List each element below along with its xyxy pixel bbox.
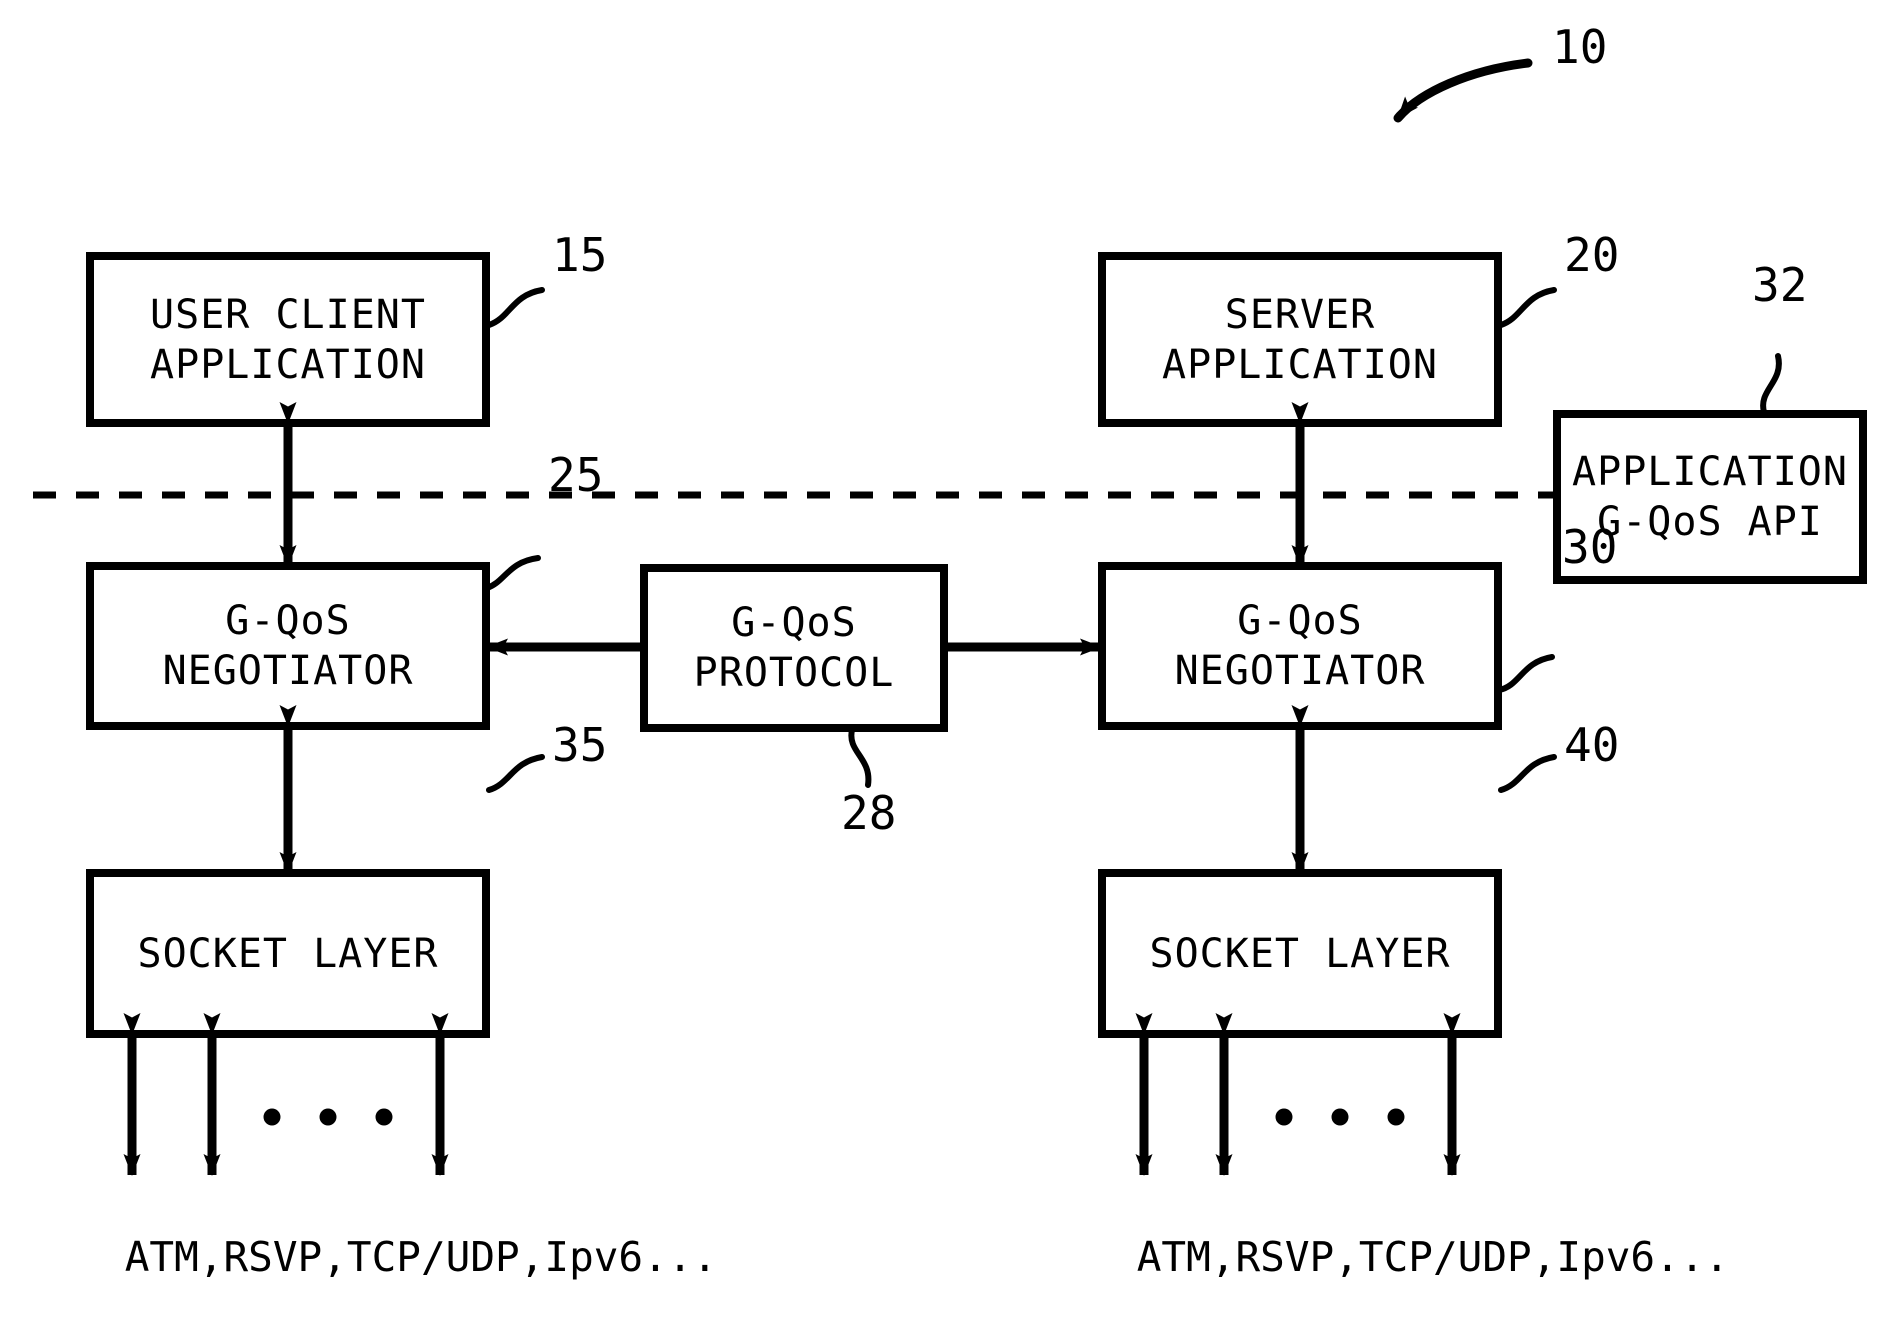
ref-numeral-text: 25: [548, 448, 604, 502]
ref-numeral-28: 28: [841, 790, 896, 836]
ref-numeral-32: 32: [1752, 262, 1807, 308]
ref-numeral-20: 20: [1564, 232, 1619, 278]
box-client-negotiator: [86, 562, 490, 730]
figure-line-art: [33, 58, 1867, 1176]
server-protocol-stack-label: ATM,RSVP,TCP/UDP,Ipv6...: [1038, 1196, 1729, 1319]
ref-numeral-40: 40: [1564, 722, 1619, 768]
client-protocol-stack-label: ATM,RSVP,TCP/UDP,Ipv6...: [26, 1196, 717, 1319]
stack-label-text: ATM,RSVP,TCP/UDP,Ipv6...: [124, 1233, 718, 1281]
leader-line-32: [1760, 353, 1782, 415]
leader-line-25: [484, 555, 541, 591]
server-stack-arrows: [1135, 1013, 1461, 1176]
ref-numeral-30: 30: [1562, 524, 1617, 570]
box-user-client-application: [86, 252, 490, 427]
leader-line-35: [486, 754, 545, 793]
box-server-negotiator: [1098, 562, 1502, 730]
leader-line-30: [1496, 654, 1555, 693]
ref-numeral-text: 30: [1562, 520, 1618, 574]
ref-numeral-text: 35: [552, 718, 608, 772]
ref-numeral-25: 25: [548, 452, 603, 498]
box-g-qos-protocol: [640, 564, 948, 732]
leader-line-20: [1498, 287, 1557, 328]
ref-numeral-text: 20: [1564, 228, 1620, 282]
ref-numeral-text: 32: [1752, 258, 1808, 312]
ref-numeral-10: 10: [1552, 24, 1607, 70]
figure-callout-arrow-10: [1393, 58, 1533, 123]
box-server-socket-layer: [1098, 869, 1502, 1038]
box-client-socket-layer: [86, 869, 490, 1038]
leader-line-28: [848, 727, 872, 788]
stack-label-text: ATM,RSVP,TCP/UDP,Ipv6...: [1136, 1233, 1730, 1281]
ref-numeral-text: 15: [552, 228, 608, 282]
ref-numeral-35: 35: [552, 722, 607, 768]
leader-line-15: [486, 287, 545, 328]
box-server-application: [1098, 252, 1502, 427]
ref-numeral-15: 15: [552, 232, 607, 278]
ref-numeral-text: 40: [1564, 718, 1620, 772]
leader-line-40: [1498, 754, 1557, 793]
client-stack-arrows: [123, 1013, 449, 1176]
patent-figure: USER CLIENT APPLICATION SERVER APPLICATI…: [0, 0, 1892, 1280]
ref-numeral-text: 28: [841, 786, 897, 840]
ref-numeral-text: 10: [1552, 20, 1608, 74]
